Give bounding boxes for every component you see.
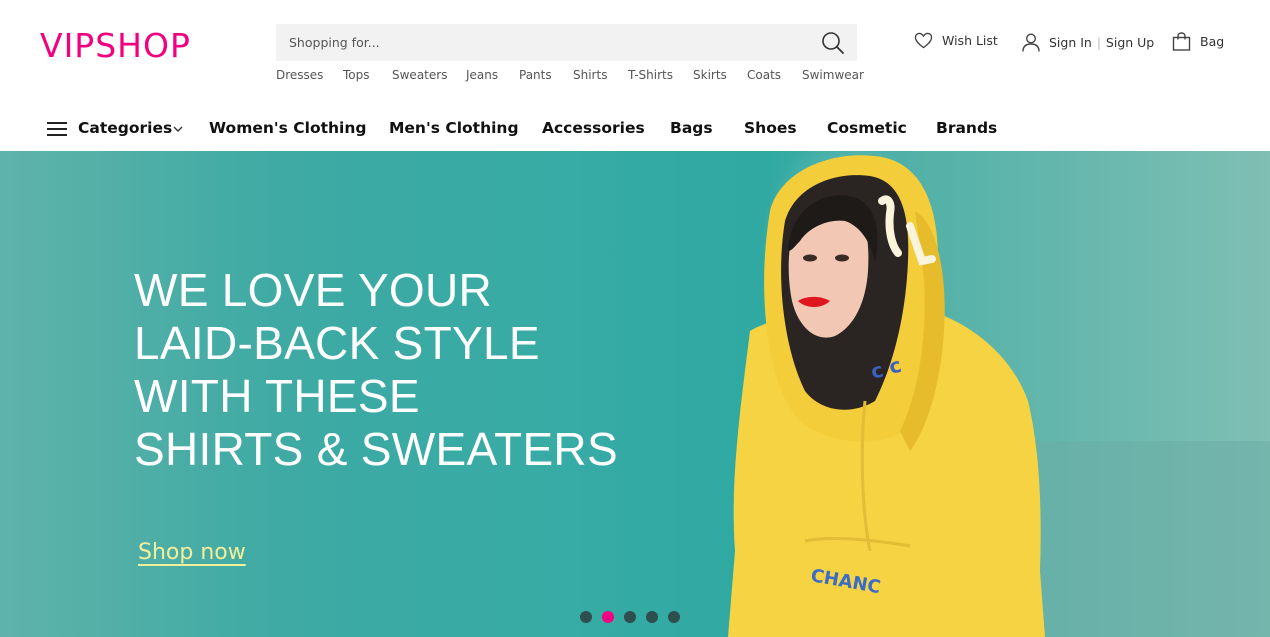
account-separator: | (1096, 35, 1101, 50)
main-nav: Categories Women's Clothing Men's Clothi… (0, 106, 1270, 151)
nav-womens-clothing[interactable]: Women's Clothing (209, 119, 366, 137)
wish-list-label: Wish List (942, 33, 998, 48)
quick-link-shirts[interactable]: Shirts (573, 68, 607, 82)
sign-in-link[interactable]: Sign In (1049, 35, 1092, 50)
hero-headline: WE LOVE YOUR LAID-BACK STYLE WITH THESE … (134, 264, 618, 476)
quick-link-tops[interactable]: Tops (343, 68, 370, 82)
quick-link-sweaters[interactable]: Sweaters (392, 68, 447, 82)
carousel-dots (580, 611, 690, 623)
carousel-dot-1[interactable] (580, 611, 592, 623)
quick-link-skirts[interactable]: Skirts (693, 68, 727, 82)
shop-now-link[interactable]: Shop now (138, 540, 246, 565)
vipshop-logo[interactable]: VIPSHOP (40, 26, 191, 65)
nav-categories[interactable]: Categories (78, 119, 172, 137)
chevron-down-icon[interactable] (173, 126, 183, 133)
nav-bags[interactable]: Bags (670, 119, 713, 137)
sign-up-link[interactable]: Sign Up (1106, 35, 1154, 50)
nav-categories-label: Categories (78, 119, 173, 137)
user-icon (1022, 33, 1040, 52)
nav-brands[interactable]: Brands (936, 119, 997, 137)
nav-accessories[interactable]: Accessories (542, 119, 645, 137)
search-icon[interactable] (821, 31, 845, 55)
carousel-dot-2[interactable] (602, 611, 614, 623)
hero-banner[interactable]: WE LOVE YOUR LAID-BACK STYLE WITH THESE … (0, 151, 1270, 637)
bag-icon (1172, 32, 1191, 51)
carousel-dot-5[interactable] (668, 611, 680, 623)
hamburger-icon[interactable] (47, 121, 67, 137)
quick-link-t-shirts[interactable]: T-Shirts (628, 68, 673, 82)
bag-label: Bag (1200, 34, 1225, 49)
quick-link-pants[interactable]: Pants (519, 68, 552, 82)
heart-icon (914, 32, 933, 49)
account-links: Sign In | Sign Up (1022, 33, 1154, 52)
hero-headline-line-4: SHIRTS & SWEATERS (134, 423, 618, 475)
quick-link-swimwear[interactable]: Swimwear (802, 68, 864, 82)
bag-link[interactable]: Bag (1172, 32, 1224, 51)
hero-headline-line-1: WE LOVE YOUR (134, 264, 493, 316)
quick-link-dresses[interactable]: Dresses (276, 68, 323, 82)
hero-headline-line-3: WITH THESE (134, 370, 420, 422)
quick-link-jeans[interactable]: Jeans (466, 68, 498, 82)
search-bar (276, 24, 857, 61)
carousel-dot-4[interactable] (646, 611, 658, 623)
hero-model-image: c c CHANC (728, 155, 1045, 637)
nav-cosmetic[interactable]: Cosmetic (827, 119, 907, 137)
nav-shoes[interactable]: Shoes (744, 119, 797, 137)
carousel-dot-3[interactable] (624, 611, 636, 623)
wish-list-link[interactable]: Wish List (914, 32, 998, 49)
quick-link-coats[interactable]: Coats (747, 68, 781, 82)
nav-mens-clothing[interactable]: Men's Clothing (389, 119, 519, 137)
hero-headline-line-2: LAID-BACK STYLE (134, 317, 540, 369)
search-input[interactable] (276, 24, 806, 61)
